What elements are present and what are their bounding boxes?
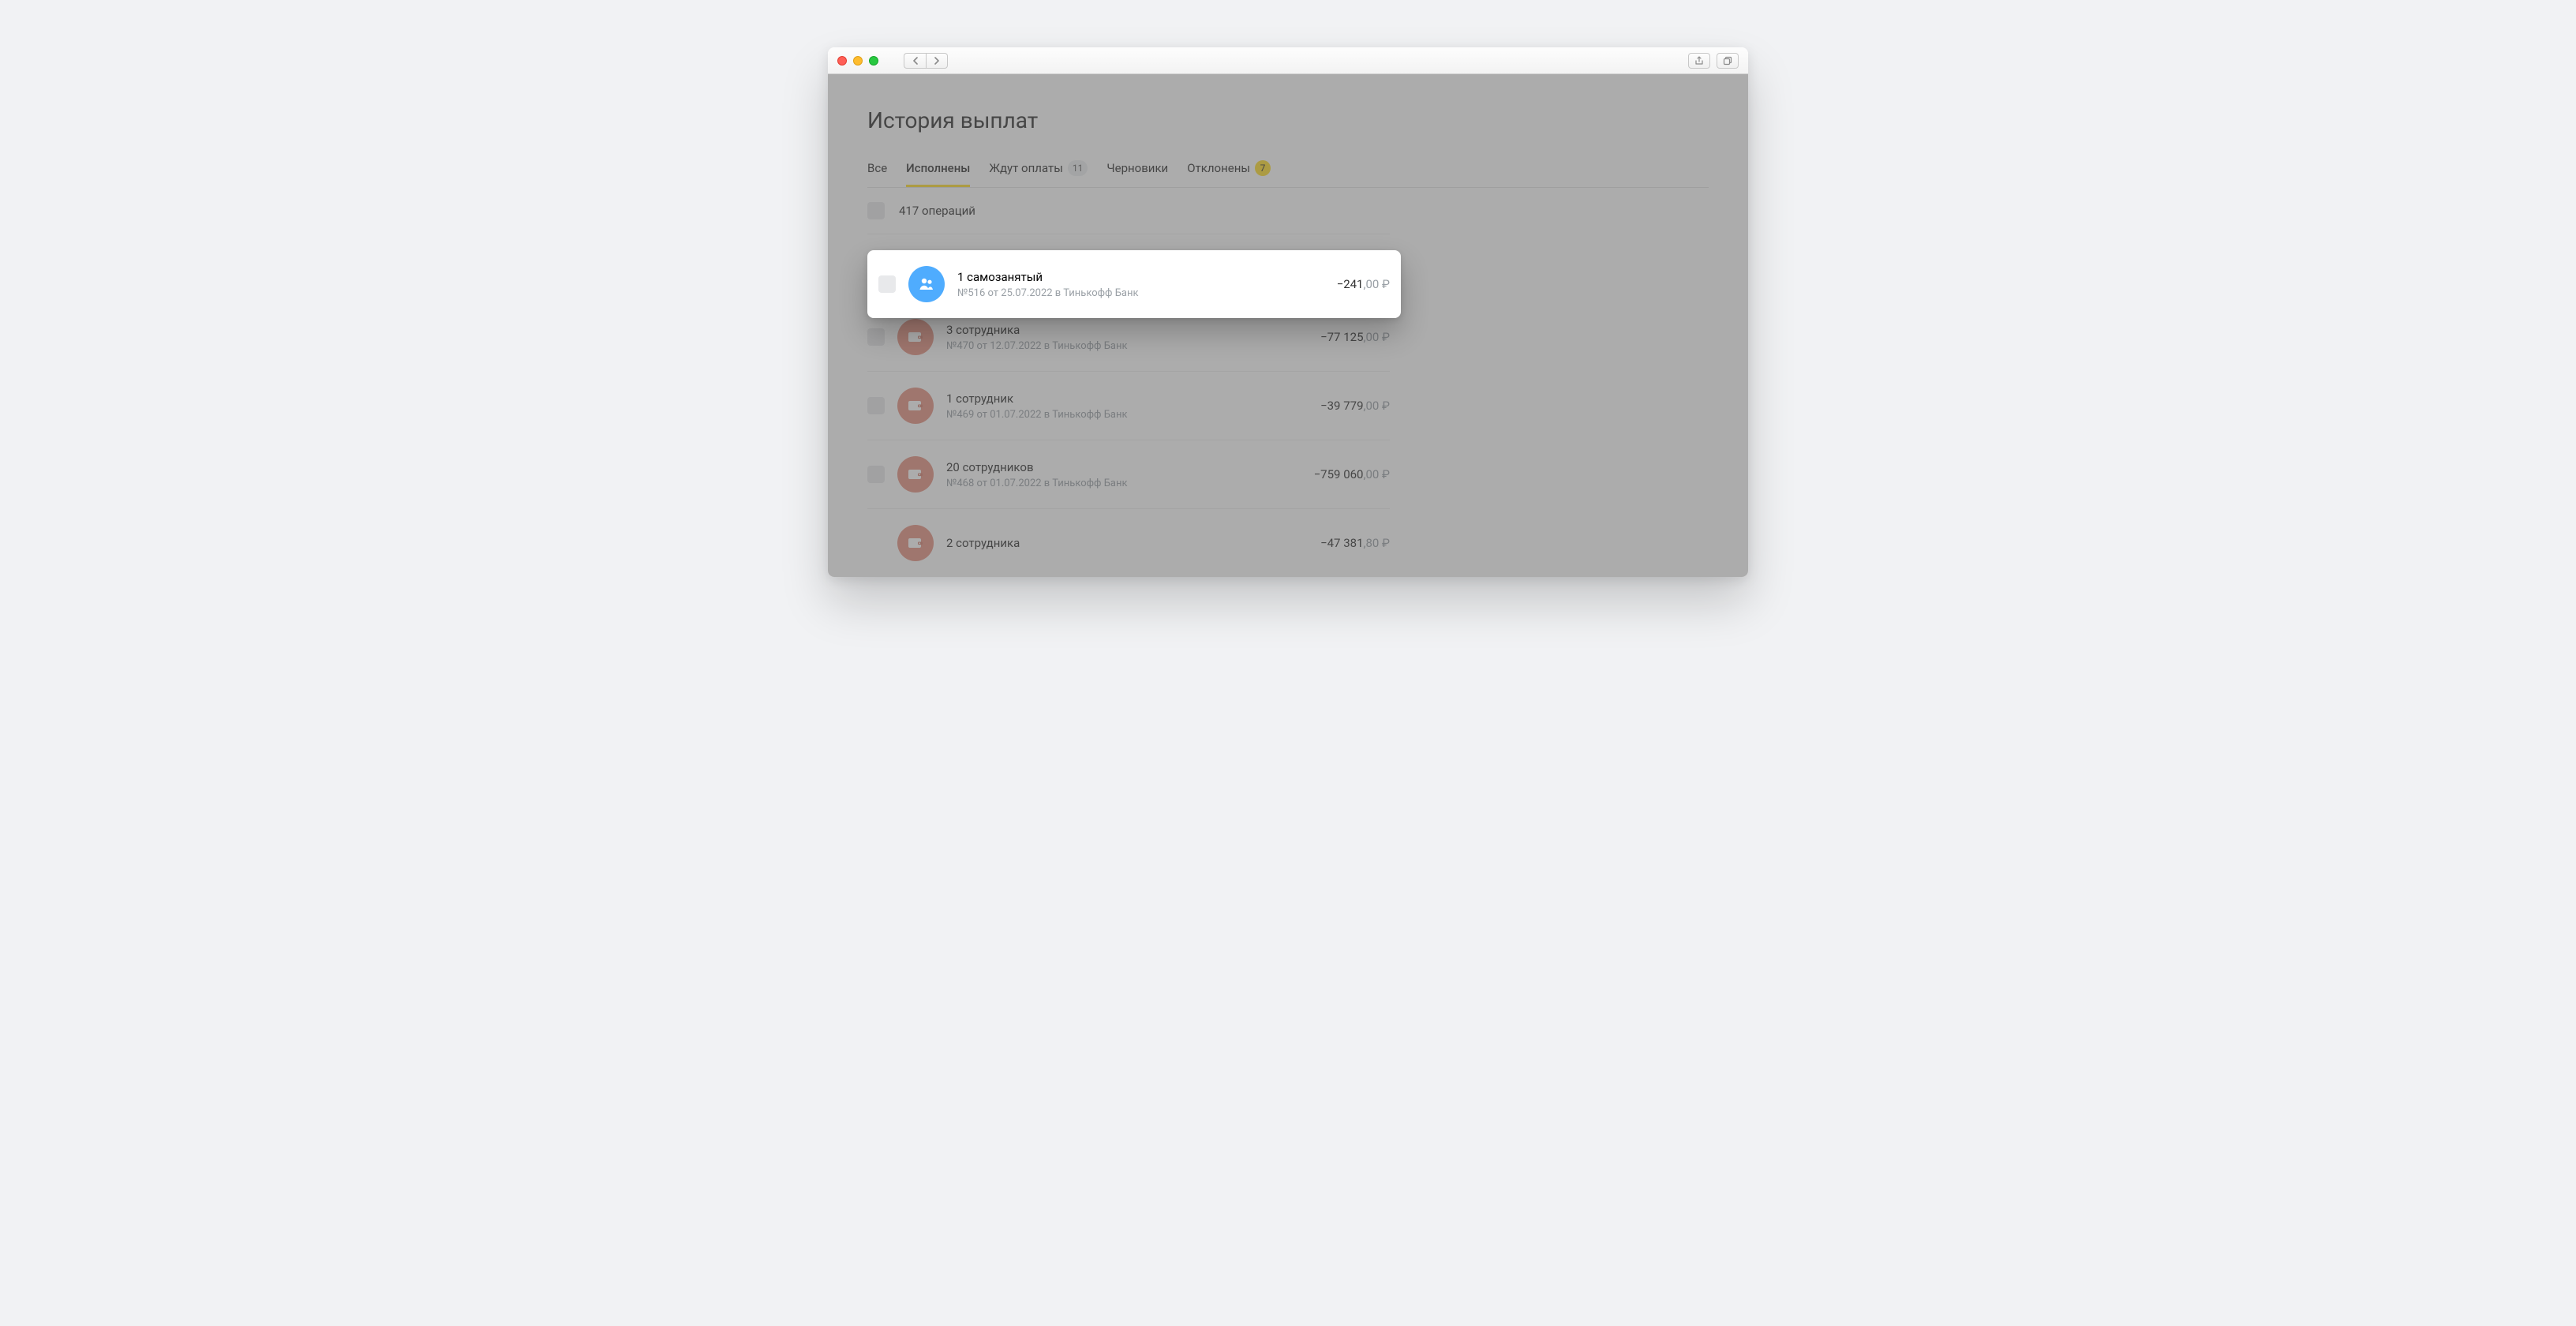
row-checkbox[interactable] [867,328,885,346]
row-checkbox[interactable] [867,466,885,483]
tab-executed[interactable]: Исполнены [906,156,970,187]
close-window-button[interactable] [837,56,847,66]
wallet-icon [897,319,934,355]
operation-subtitle: №469 от 01.07.2022 в Тинькофф Банк [946,409,1308,421]
select-all-checkbox[interactable] [867,202,885,219]
operation-title: 2 сотрудника [946,536,1308,550]
operation-subtitle: №516 от 25.07.2022 в Тинькофф Банк [957,287,1324,299]
operation-title: 1 сотрудник [946,391,1308,406]
window-titlebar [828,47,1748,74]
tab-drafts[interactable]: Черновики [1106,156,1168,187]
minimize-window-button[interactable] [853,56,863,66]
wallet-icon [897,388,934,424]
operations-summary-row: 417 операций [867,188,1390,234]
window-controls [837,56,878,66]
people-icon [908,266,945,302]
operation-row[interactable]: 1 сотрудник №469 от 01.07.2022 в Тинькоф… [867,372,1390,440]
operation-subtitle: №470 от 12.07.2022 в Тинькофф Банк [946,340,1308,352]
share-button[interactable] [1688,53,1710,69]
tab-label: Отклонены [1187,161,1250,175]
wallet-icon [897,525,934,561]
tab-all[interactable]: Все [867,156,887,187]
tabs-icon [1723,56,1732,66]
operation-title: 1 самозанятый [957,270,1324,284]
operation-amount: −241,00 ₽ [1337,277,1390,291]
operation-row[interactable]: 20 сотрудников №468 от 01.07.2022 в Тинь… [867,440,1390,509]
page-title: История выплат [867,107,1709,133]
highlighted-operation-card[interactable]: 1 самозанятый №516 от 25.07.2022 в Тиньк… [867,250,1401,318]
tab-badge: 11 [1068,160,1088,176]
operation-amount: −47 381,80 ₽ [1320,536,1390,550]
operations-count: 417 операций [899,204,975,218]
operation-title: 3 сотрудника [946,323,1308,337]
operation-amount: −77 125,00 ₽ [1320,330,1390,344]
maximize-window-button[interactable] [869,56,878,66]
operation-title: 20 сотрудников [946,460,1301,474]
row-checkbox[interactable] [867,397,885,414]
nav-arrows [904,53,948,69]
tab-badge: 7 [1255,160,1271,176]
tab-label: Черновики [1106,161,1168,175]
tab-rejected[interactable]: Отклонены 7 [1187,155,1271,188]
operation-row[interactable]: 2 сотрудника −47 381,80 ₽ [867,509,1390,577]
chevron-right-icon [934,57,940,65]
chevron-left-icon [912,57,919,65]
row-checkbox[interactable] [878,275,896,293]
operation-amount: −759 060,00 ₽ [1314,467,1390,481]
tab-label: Все [867,161,887,175]
nav-back-button[interactable] [904,53,926,69]
tab-awaiting-payment[interactable]: Ждут оплаты 11 [989,155,1088,188]
app-content: История выплат Все Исполнены Ждут оплаты… [828,74,1748,577]
operations-list: 417 операций 1 самозанятый №516 от 25.07… [867,188,1390,577]
tab-label: Ждут оплаты [989,161,1063,175]
tabs-button[interactable] [1717,53,1739,69]
wallet-icon [897,456,934,493]
operation-amount: −39 779,00 ₽ [1320,399,1390,413]
operation-subtitle: №468 от 01.07.2022 в Тинькофф Банк [946,478,1301,489]
tab-label: Исполнены [906,161,970,175]
browser-window: История выплат Все Исполнены Ждут оплаты… [828,47,1748,577]
share-icon [1694,56,1704,66]
nav-forward-button[interactable] [926,53,948,69]
tabs: Все Исполнены Ждут оплаты 11 Черновики О… [867,155,1709,188]
